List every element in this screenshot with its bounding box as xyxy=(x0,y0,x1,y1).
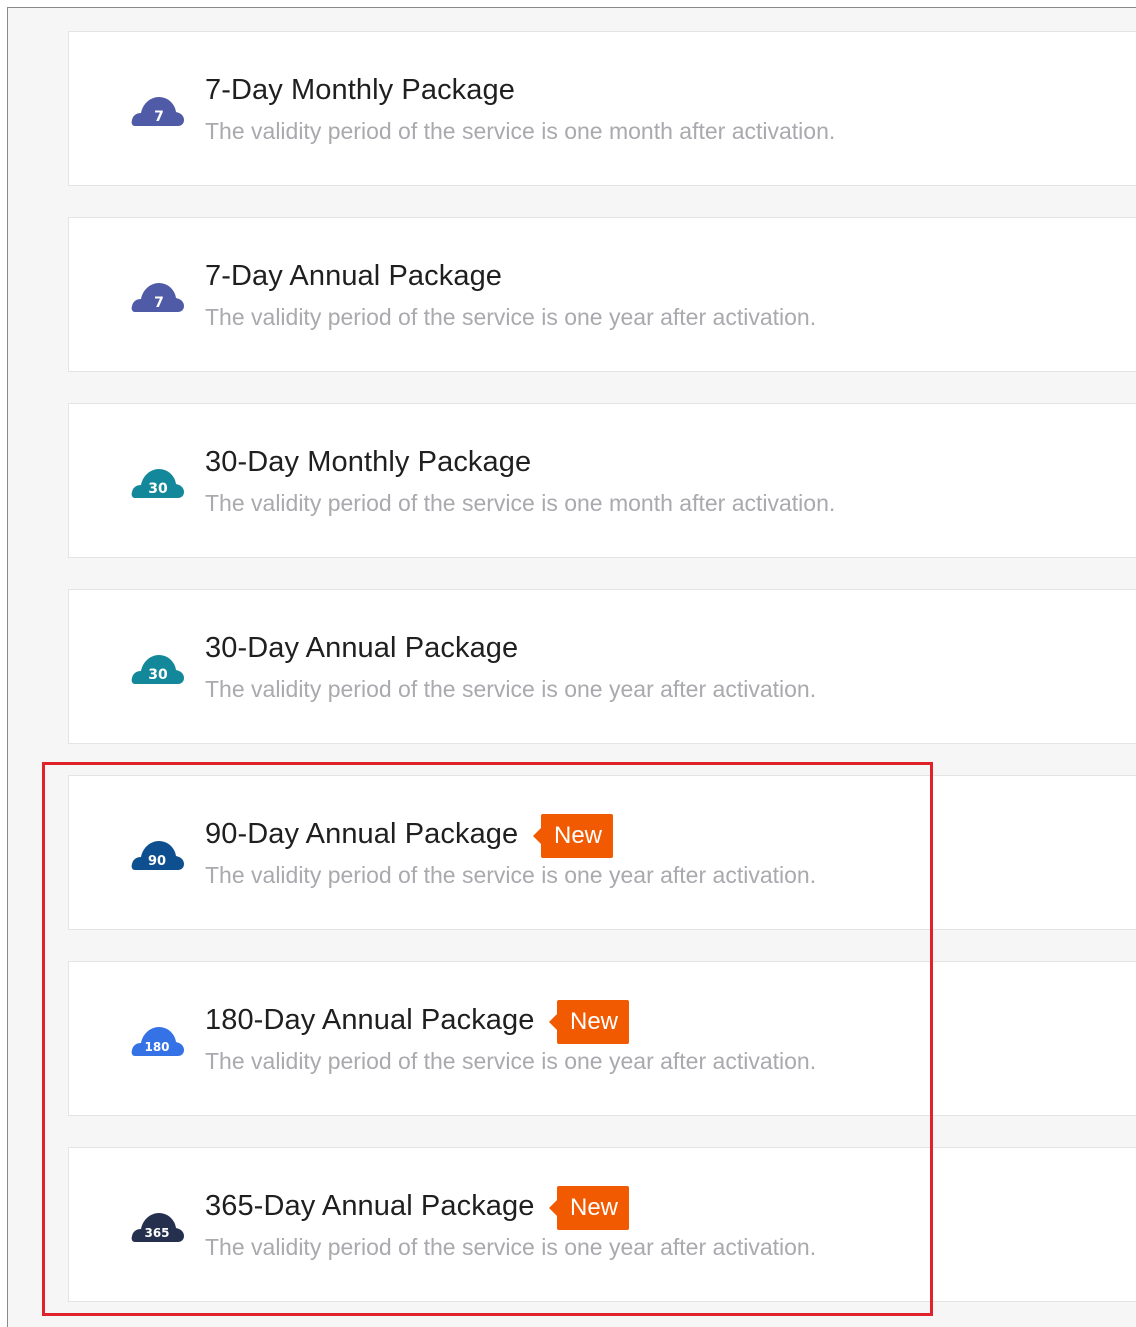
package-card-7-day-monthly[interactable]: 7 7-Day Monthly Package The validity per… xyxy=(68,31,1136,186)
cloud-7-icon: 7 xyxy=(131,274,185,314)
new-badge: New xyxy=(548,1000,630,1044)
new-badge: New xyxy=(532,814,614,858)
package-title: 365-Day Annual Package xyxy=(205,1190,535,1222)
cloud-number: 7 xyxy=(154,295,164,311)
package-title: 180-Day Annual Package xyxy=(205,1004,535,1036)
cloud-7-icon: 7 xyxy=(131,88,185,128)
cloud-180-icon: 180 xyxy=(131,1018,185,1058)
package-title: 7-Day Annual Package xyxy=(205,260,503,292)
package-description: The validity period of the service is on… xyxy=(205,1234,817,1260)
package-title: 30-Day Monthly Package xyxy=(205,446,532,478)
cloud-number: 7 xyxy=(154,109,164,125)
cloud-number: 30 xyxy=(148,481,168,497)
package-title: 90-Day Annual Package xyxy=(205,818,519,850)
package-card-365-day-annual[interactable]: 365 365-Day Annual Package New The valid… xyxy=(68,1147,1136,1302)
package-title: 30-Day Annual Package xyxy=(205,632,519,664)
package-card-90-day-annual[interactable]: 90 90-Day Annual Package New The validit… xyxy=(68,775,1136,930)
new-badge: New xyxy=(548,1186,630,1230)
package-description: The validity period of the service is on… xyxy=(205,862,817,888)
package-card-180-day-annual[interactable]: 180 180-Day Annual Package New The valid… xyxy=(68,961,1136,1116)
package-card-7-day-annual[interactable]: 7 7-Day Annual Package The validity peri… xyxy=(68,217,1136,372)
cloud-30-icon: 30 xyxy=(131,460,185,500)
cloud-number: 365 xyxy=(144,1226,169,1240)
package-list-panel: 7 7-Day Monthly Package The validity per… xyxy=(7,7,1136,1327)
cloud-number: 90 xyxy=(148,854,166,869)
cloud-number: 180 xyxy=(144,1040,169,1054)
package-title: 7-Day Monthly Package xyxy=(205,74,515,106)
package-description: The validity period of the service is on… xyxy=(205,118,836,144)
package-description: The validity period of the service is on… xyxy=(205,1048,817,1074)
package-description: The validity period of the service is on… xyxy=(205,676,817,702)
cloud-365-icon: 365 xyxy=(131,1204,185,1244)
package-card-30-day-monthly[interactable]: 30 30-Day Monthly Package The validity p… xyxy=(68,403,1136,558)
package-card-30-day-annual[interactable]: 30 30-Day Annual Package The validity pe… xyxy=(68,589,1136,744)
package-description: The validity period of the service is on… xyxy=(205,304,817,330)
cloud-30-icon: 30 xyxy=(131,646,185,686)
cloud-number: 30 xyxy=(148,667,168,683)
package-description: The validity period of the service is on… xyxy=(205,490,836,516)
cloud-90-icon: 90 xyxy=(131,832,185,872)
